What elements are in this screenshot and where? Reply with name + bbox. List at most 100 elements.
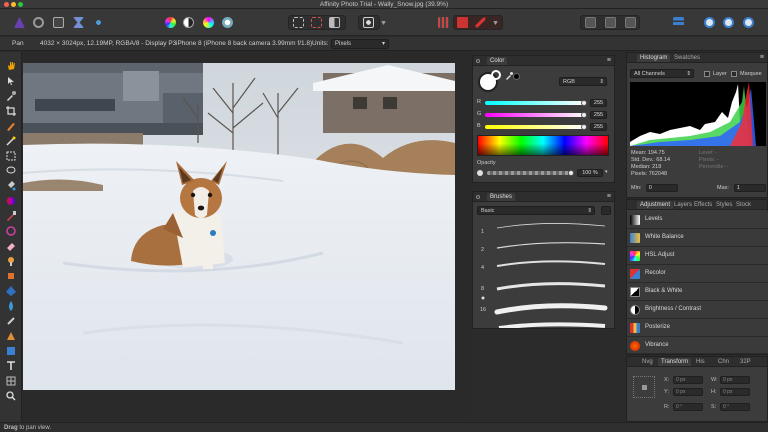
dodge-tool-icon[interactable] (5, 255, 17, 267)
shape-tool-icon[interactable] (5, 345, 17, 357)
export-persona-icon[interactable] (93, 17, 104, 28)
tone-mapping-persona-icon[interactable] (73, 17, 84, 28)
x-field[interactable]: 0 px (673, 376, 703, 384)
liquify-persona-icon[interactable] (33, 17, 44, 28)
mesh-warp-tool-icon[interactable] (5, 375, 17, 387)
selection-brush-tool-icon[interactable] (5, 120, 17, 132)
rotation-field[interactable]: 0 ° (673, 403, 703, 411)
red-slider-knob[interactable] (581, 100, 587, 106)
adjustment-white-balance[interactable]: White Balance (627, 229, 768, 247)
red-value[interactable]: 255 (590, 99, 607, 107)
tab-histogram[interactable]: Histogram (637, 54, 671, 62)
brush-strokes[interactable] (475, 220, 610, 328)
align-icon[interactable] (673, 17, 684, 28)
opacity-value[interactable]: 100 % (577, 169, 603, 177)
tab-32p[interactable]: 32P (737, 358, 754, 366)
tab-stock[interactable]: Stock (733, 201, 754, 209)
panel-close-icon[interactable] (476, 195, 480, 199)
adjustment-hsl[interactable]: HSL Adjust (627, 247, 768, 265)
personas-icon[interactable] (704, 17, 715, 28)
clone-tool-icon[interactable] (5, 270, 17, 282)
invert-selection-icon[interactable] (329, 17, 340, 28)
green-value[interactable]: 255 (590, 111, 607, 119)
adjustment-brightness-contrast[interactable]: Brightness / Contrast (627, 301, 768, 319)
arrange-back-icon[interactable] (585, 17, 596, 28)
red-slider[interactable] (485, 101, 585, 105)
h-field[interactable]: 0 px (720, 388, 750, 396)
zoom-tool-icon[interactable] (5, 390, 17, 402)
white-balance-icon[interactable] (222, 17, 233, 28)
red-eye-tool-icon[interactable] (5, 285, 17, 297)
blue-slider-knob[interactable] (581, 124, 587, 130)
refine-icon[interactable] (438, 17, 449, 28)
color-picker-tool-icon[interactable] (5, 90, 17, 102)
arrange-forward-icon[interactable] (605, 17, 616, 28)
adjustment-recolor[interactable]: Recolor (627, 265, 768, 283)
move-tool-icon[interactable] (5, 75, 17, 87)
tab-history[interactable]: His (693, 358, 708, 366)
document-image[interactable] (23, 63, 455, 390)
quick-mask-icon[interactable] (363, 17, 374, 28)
snapping-icon[interactable] (457, 17, 468, 28)
smudge-tool-icon[interactable] (5, 315, 17, 327)
select-all-icon[interactable] (293, 17, 304, 28)
black-swatch[interactable] (513, 73, 520, 80)
gradient-tool-icon[interactable] (5, 195, 17, 207)
adjustment-vibrance[interactable]: Vibrance (627, 337, 768, 354)
color-replacement-tool-icon[interactable] (5, 225, 17, 237)
panel-menu-icon[interactable]: ≡ (607, 57, 611, 64)
stroke-color-well[interactable] (491, 70, 501, 80)
tab-swatches[interactable]: Swatches (671, 54, 703, 62)
y-field[interactable]: 0 px (673, 388, 703, 396)
blue-value[interactable]: 255 (590, 123, 607, 131)
adjustment-posterize[interactable]: Posterize (627, 319, 768, 337)
anchor-grid[interactable] (633, 376, 655, 398)
color-mode-select[interactable]: RGB ⇕ (559, 77, 607, 86)
channel-select[interactable]: All Channels ⇕ (630, 69, 694, 78)
eyedropper-icon[interactable] (505, 72, 513, 82)
tab-brushes[interactable]: Brushes (487, 193, 516, 201)
freehand-selection-tool-icon[interactable] (5, 165, 17, 177)
tab-styles[interactable]: Styles (713, 201, 735, 209)
panel-menu-icon[interactable]: ≡ (607, 193, 611, 200)
color-wheel-icon[interactable] (165, 17, 176, 28)
studio-icon[interactable] (723, 17, 734, 28)
panel-close-icon[interactable] (476, 59, 480, 63)
arrange-front-icon[interactable] (625, 17, 636, 28)
color-balance-icon[interactable] (203, 17, 214, 28)
paint-brush-tool-icon[interactable] (5, 210, 17, 222)
max-field[interactable]: 1 (734, 184, 766, 192)
marquee-checkbox[interactable] (731, 71, 737, 77)
layer-checkbox[interactable] (704, 71, 710, 77)
erase-tool-icon[interactable] (5, 240, 17, 252)
deselect-icon[interactable] (311, 17, 322, 28)
text-tool-icon[interactable] (5, 360, 17, 372)
color-spectrum[interactable] (477, 135, 609, 156)
opacity-slider[interactable] (487, 171, 571, 175)
units-select[interactable]: Pixels ▾ (331, 39, 389, 49)
opacity-slider-knob[interactable] (568, 170, 574, 176)
green-slider[interactable] (485, 113, 585, 117)
hand-tool-icon[interactable] (5, 60, 17, 72)
pen-tool-icon[interactable] (5, 330, 17, 342)
blue-slider[interactable] (485, 125, 585, 129)
canvas-area[interactable] (22, 52, 470, 422)
tab-transform[interactable]: Transform (658, 358, 692, 366)
brush-options-icon[interactable] (601, 206, 611, 215)
marquee-tool-icon[interactable] (5, 150, 17, 162)
tab-adjustment[interactable]: Adjustment (637, 201, 674, 209)
tab-effects[interactable]: Effects (691, 201, 715, 209)
fill-tool-icon[interactable] (5, 180, 17, 192)
develop-persona-icon[interactable] (53, 17, 64, 28)
quick-mask-dropdown-icon[interactable] (381, 21, 386, 25)
tab-color[interactable]: Color (487, 57, 508, 65)
green-slider-knob[interactable] (581, 112, 587, 118)
photo-persona-icon[interactable] (14, 17, 25, 28)
adjustment-black-white[interactable]: Black & White (627, 283, 768, 301)
panel-menu-icon[interactable]: ≡ (760, 54, 764, 61)
crop-tool-icon[interactable] (5, 105, 17, 117)
shear-field[interactable]: 0 ° (720, 403, 750, 411)
tab-navigator[interactable]: Nvg (639, 358, 656, 366)
tab-channels[interactable]: Chn (715, 358, 732, 366)
blur-brush-tool-icon[interactable] (5, 300, 17, 312)
